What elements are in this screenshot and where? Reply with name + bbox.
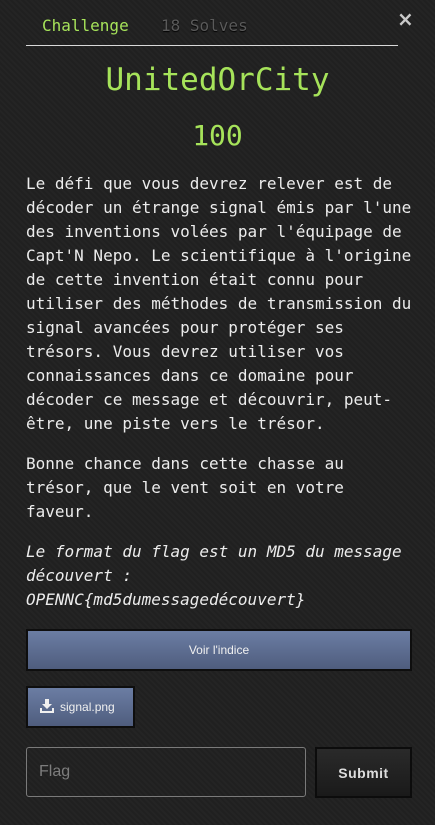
tab-solves[interactable]: 18 Solves — [161, 16, 248, 36]
file-name: signal.png — [60, 700, 115, 714]
challenge-points: 100 — [192, 119, 243, 152]
close-button[interactable]: × — [397, 7, 414, 31]
download-file-button[interactable]: signal.png — [26, 686, 135, 728]
challenge-description: Le défi que vous devrez relever est de d… — [26, 172, 416, 628]
download-icon — [40, 699, 54, 713]
description-paragraph: Le défi que vous devrez relever est de d… — [26, 174, 412, 433]
challenge-title: UnitedOrCity — [105, 62, 330, 98]
flag-input[interactable] — [26, 747, 306, 797]
tab-challenge[interactable]: Challenge — [42, 16, 129, 36]
description-paragraph: Bonne chance dans cette chasse au trésor… — [26, 454, 344, 521]
submit-button[interactable]: Submit — [315, 747, 412, 798]
view-hint-button[interactable]: Voir l'indice — [26, 629, 412, 671]
challenge-tabs: Challenge 18 Solves — [26, 0, 398, 46]
flag-format-note: Le format du flag est un MD5 du message … — [26, 542, 402, 609]
close-icon: × — [397, 7, 414, 31]
